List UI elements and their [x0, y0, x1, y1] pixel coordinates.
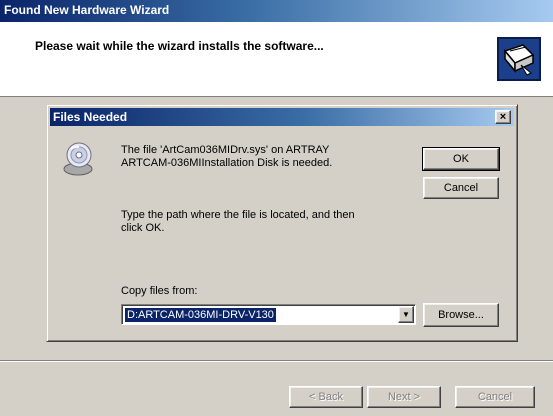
files-needed-dialog: Files Needed × The file 'ArtCam036MIDrv.… [46, 104, 518, 342]
path-hint-text: Type the path where the file is located,… [121, 209, 355, 234]
dialog-title: Files Needed [53, 110, 128, 124]
close-icon[interactable]: × [495, 110, 511, 124]
wizard-heading: Please wait while the wizard installs th… [35, 39, 324, 53]
cd-disk-icon [63, 142, 93, 176]
copy-files-label: Copy files from: [121, 285, 198, 297]
copy-files-value[interactable]: D:ARTCAM-036MI-DRV-V130 [125, 308, 276, 322]
back-button[interactable]: < Back [289, 386, 363, 408]
wizard-title-bar: Found New Hardware Wizard [0, 0, 553, 22]
file-needed-message: The file 'ArtCam036MIDrv.sys' on ARTRAY … [121, 144, 333, 169]
wizard-title: Found New Hardware Wizard [4, 3, 170, 17]
copy-files-combobox[interactable]: D:ARTCAM-036MI-DRV-V130 ▼ [121, 304, 416, 325]
wizard-footer-separator [0, 360, 553, 362]
browse-button[interactable]: Browse... [423, 303, 499, 327]
ok-button[interactable]: OK [422, 147, 500, 171]
chevron-down-icon[interactable]: ▼ [398, 306, 414, 323]
next-button[interactable]: Next > [367, 386, 441, 408]
wizard-cancel-button[interactable]: Cancel [455, 386, 535, 408]
wizard-header: Please wait while the wizard installs th… [0, 22, 553, 97]
hardware-install-icon [497, 37, 541, 81]
dialog-cancel-button[interactable]: Cancel [423, 177, 499, 199]
dialog-title-bar: Files Needed × [50, 108, 514, 126]
